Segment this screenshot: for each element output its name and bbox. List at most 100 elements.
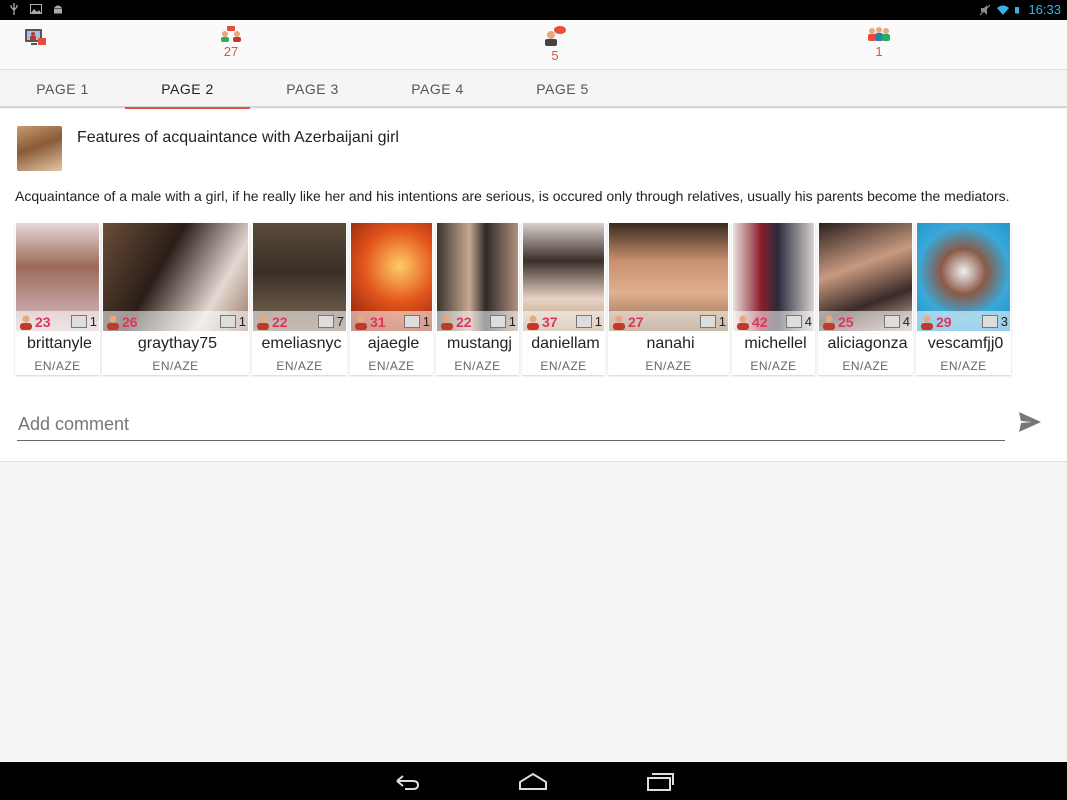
user-card[interactable]: 37 1 daniellam EN/AZE [522, 223, 605, 375]
post-title: Features of acquaintance with Azerbaijan… [77, 129, 399, 146]
user-card[interactable]: 29 3 vescamfjj0 EN/AZE [916, 223, 1011, 375]
user-photo-count: 1 [699, 314, 726, 329]
image-icon [575, 315, 592, 328]
user-language: EN/AZE [940, 359, 987, 373]
user-photo-count: 1 [403, 314, 430, 329]
user-card[interactable]: 42 4 michellel EN/AZE [732, 223, 815, 375]
user-photo-count: 1 [575, 314, 602, 329]
user-age: 31 [354, 314, 386, 330]
user-name: graythay75 [137, 335, 218, 352]
tab-page-4[interactable]: PAGE 4 [375, 70, 500, 108]
user-name: vescamfjj0 [927, 335, 1004, 352]
user-card[interactable]: 25 4 aliciagonza EN/AZE [818, 223, 913, 375]
user-photo-count: 7 [317, 314, 344, 329]
visitors-icon [221, 26, 241, 42]
comment-input[interactable] [17, 409, 1005, 441]
profile-screen-icon [25, 29, 46, 45]
post-body: Acquaintance of a male with a girl, if h… [15, 188, 1010, 204]
home-icon[interactable] [518, 770, 548, 792]
user-age: 27 [612, 314, 644, 330]
person-icon [823, 315, 835, 330]
avatar[interactable] [17, 126, 62, 171]
user-age: 23 [19, 314, 51, 330]
user-age: 29 [920, 314, 952, 330]
user-photo-count: 4 [883, 314, 910, 329]
user-card[interactable]: 31 1 ajaegle EN/AZE [350, 223, 433, 375]
image-icon [883, 315, 900, 328]
user-name: ajaegle [367, 335, 420, 352]
user-name: aliciagonza [827, 335, 908, 352]
user-photo-count: 1 [70, 314, 97, 329]
person-icon [441, 315, 453, 330]
person-icon [527, 315, 539, 330]
friends-icon [868, 27, 890, 41]
user-photo-count: 1 [489, 314, 516, 329]
user-card[interactable]: 22 7 emeliasnyc EN/AZE [252, 223, 347, 375]
user-language: EN/AZE [152, 359, 199, 373]
image-icon [70, 315, 87, 328]
person-icon [107, 315, 119, 330]
user-card[interactable]: 27 1 nanahi EN/AZE [608, 223, 729, 375]
status-bar: 16:33 [0, 0, 1067, 20]
messages-icon [545, 26, 566, 46]
user-photo-count: 4 [785, 314, 812, 329]
user-language: EN/AZE [540, 359, 587, 373]
page-tabs: PAGE 1 PAGE 2 PAGE 3 PAGE 4 PAGE 5 [0, 70, 1067, 110]
mute-icon [980, 4, 991, 15]
tab-page-1[interactable]: PAGE 1 [0, 70, 125, 108]
clock: 16:33 [1028, 2, 1061, 17]
recents-icon[interactable] [645, 770, 675, 792]
image-icon [403, 315, 420, 328]
user-card[interactable]: 22 1 mustangj EN/AZE [436, 223, 519, 375]
person-icon [20, 315, 32, 330]
user-name: michellel [744, 335, 807, 352]
user-age: 42 [736, 314, 768, 330]
person-icon [921, 315, 933, 330]
user-age: 22 [440, 314, 472, 330]
user-name: emeliasnyc [261, 335, 342, 352]
post-card: Features of acquaintance with Azerbaijan… [0, 109, 1067, 462]
user-language: EN/AZE [750, 359, 797, 373]
messages-count: 5 [551, 48, 559, 63]
friends-button[interactable]: 1 [859, 26, 899, 59]
image-icon [30, 4, 42, 14]
user-name: daniellam [531, 335, 600, 352]
messages-button[interactable]: 5 [535, 26, 575, 63]
navigation-bar [0, 762, 1067, 800]
profile-button[interactable] [15, 26, 55, 48]
top-action-bar: 27 5 1 [0, 20, 1067, 70]
user-photo-count: 1 [219, 314, 246, 329]
user-photo-count: 3 [981, 314, 1008, 329]
person-icon [613, 315, 625, 330]
user-language: EN/AZE [842, 359, 889, 373]
tab-page-2[interactable]: PAGE 2 [125, 70, 250, 110]
usb-icon [10, 3, 18, 15]
user-card[interactable]: 23 1 brittanyle EN/AZE [15, 223, 100, 375]
person-icon [257, 315, 269, 330]
user-language: EN/AZE [454, 359, 501, 373]
user-age: 26 [106, 314, 138, 330]
back-icon[interactable] [391, 770, 421, 792]
image-icon [785, 315, 802, 328]
send-icon[interactable] [1018, 411, 1042, 433]
person-icon [355, 315, 367, 330]
visitors-button[interactable]: 27 [211, 26, 251, 59]
image-icon [699, 315, 716, 328]
tab-page-5[interactable]: PAGE 5 [500, 70, 625, 108]
wifi-icon [997, 5, 1010, 15]
user-age: 37 [526, 314, 558, 330]
user-name: mustangj [447, 335, 512, 352]
person-icon [737, 315, 749, 330]
user-language: EN/AZE [34, 359, 81, 373]
tab-page-3[interactable]: PAGE 3 [250, 70, 375, 108]
android-icon [54, 5, 62, 14]
image-icon [981, 315, 998, 328]
friends-count: 1 [875, 44, 883, 59]
user-card[interactable]: 26 1 graythay75 EN/AZE [102, 223, 249, 375]
battery-icon [1015, 6, 1020, 13]
user-language: EN/AZE [276, 359, 323, 373]
visitors-count: 27 [223, 44, 239, 59]
user-name: brittanyle [27, 335, 92, 352]
user-language: EN/AZE [368, 359, 415, 373]
image-icon [317, 315, 334, 328]
